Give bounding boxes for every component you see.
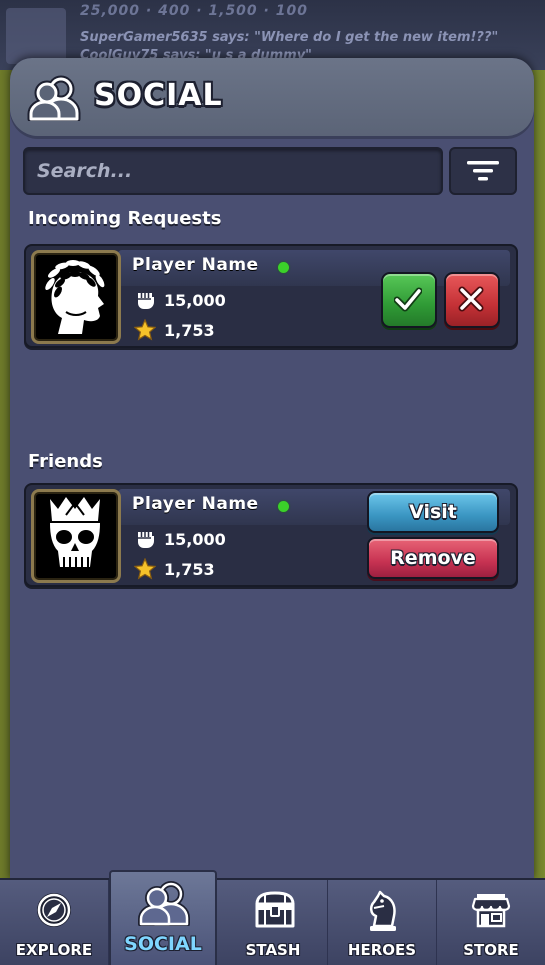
- star-icon: [134, 558, 156, 580]
- incoming-request-card: Player Name 15,000 1,753: [24, 244, 518, 348]
- social-panel: SOCIAL Incoming Requests: [10, 58, 534, 880]
- nav-item-stash[interactable]: STASH: [219, 880, 328, 965]
- online-status-dot: [278, 262, 289, 273]
- filter-button[interactable]: [449, 147, 517, 195]
- search-box: [23, 147, 443, 195]
- stars-value: 1,753: [164, 560, 215, 579]
- incoming-requests-heading: Incoming Requests: [28, 208, 222, 229]
- stars-value: 1,753: [164, 321, 215, 340]
- shop-icon: [471, 894, 511, 928]
- nav-item-explore[interactable]: EXPLORE: [0, 880, 109, 965]
- power-value: 15,000: [164, 530, 226, 549]
- nav-label: HEROES: [347, 941, 417, 959]
- crowned-skull-avatar-icon: [50, 497, 100, 567]
- player-name[interactable]: Player Name: [132, 494, 259, 514]
- background-stats: 25,000 · 400 · 1,500 · 100: [80, 3, 308, 19]
- nav-label: STASH: [245, 941, 301, 959]
- compass-icon: [37, 893, 71, 927]
- nav-item-social[interactable]: SOCIAL: [109, 870, 217, 965]
- panel-header: SOCIAL: [10, 58, 534, 136]
- filter-icon: [467, 161, 499, 181]
- friend-card: Player Name 15,000 1,753 Visit Remove: [24, 483, 518, 587]
- chest-icon: [255, 891, 295, 928]
- nav-item-heroes[interactable]: HEROES: [328, 880, 437, 965]
- nav-label: STORE: [463, 941, 519, 959]
- star-icon: [134, 319, 156, 341]
- nav-item-store[interactable]: STORE: [437, 880, 545, 965]
- accept-request-button[interactable]: [381, 272, 437, 328]
- fist-power-icon: [138, 293, 154, 309]
- nav-label: EXPLORE: [15, 941, 93, 959]
- visit-button[interactable]: Visit: [367, 491, 499, 533]
- panel-title: SOCIAL: [94, 78, 223, 113]
- avatar[interactable]: [31, 250, 121, 344]
- checkmark-icon: [394, 287, 422, 312]
- close-icon: [458, 286, 484, 312]
- fist-power-icon: [138, 532, 154, 548]
- online-status-dot: [278, 501, 289, 512]
- power-value: 15,000: [164, 291, 226, 310]
- friends-icon: [138, 881, 190, 926]
- nav-label: SOCIAL: [124, 933, 202, 955]
- friends-icon: [27, 75, 81, 121]
- avatar[interactable]: [31, 489, 121, 583]
- laurel-profile-avatar-icon: [45, 260, 105, 334]
- search-input[interactable]: [25, 149, 437, 193]
- bottom-nav: EXPLORE SOCIAL STASH HEROES STORE: [0, 870, 545, 965]
- decline-request-button[interactable]: [444, 272, 500, 328]
- friends-heading: Friends: [28, 451, 103, 472]
- chat-line: SuperGamer5635 says: "Where do I get the…: [80, 30, 499, 45]
- background-avatar: [6, 8, 66, 64]
- remove-friend-button[interactable]: Remove: [367, 537, 499, 579]
- knight-chess-icon: [370, 890, 396, 931]
- player-name[interactable]: Player Name: [132, 255, 259, 275]
